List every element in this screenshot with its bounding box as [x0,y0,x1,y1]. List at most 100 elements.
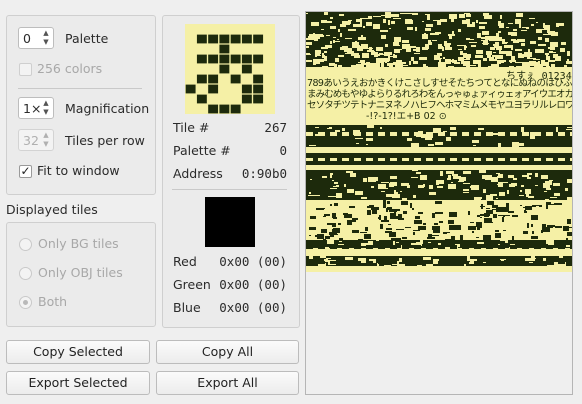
tile-dash [570,132,572,136]
tile-speck [440,58,442,59]
tile-dash [558,132,565,136]
tile-speck [405,19,412,24]
only-bg-tiles-radio[interactable] [19,238,32,251]
tile-speck [355,191,363,195]
tile-speck [334,203,338,206]
tile-pixel [241,54,252,64]
tile-speck [502,42,507,44]
tile-speck [345,257,353,260]
tile-speck [511,183,517,186]
tile-dash [402,158,409,161]
tile-speck [497,176,502,177]
tile-speck [321,229,327,233]
tile-speck [342,46,348,50]
tile-dash [534,261,541,264]
tile-dash [414,261,421,264]
tile-speck [561,42,566,45]
both-radio[interactable] [19,296,32,309]
tile-speck [405,227,411,228]
tile-pixel [185,84,196,94]
tile-speck [324,12,328,15]
tile-dash [534,132,541,136]
tile-dash [390,158,397,161]
tile-speck [388,224,391,225]
spin-down-icon[interactable]: ▼ [41,108,51,117]
spin-up-icon[interactable]: ▲ [41,131,51,140]
tile-speck [388,56,395,57]
tile-dash [342,245,349,249]
tile-speck [497,184,500,185]
tile-map-canvas[interactable] [306,12,572,272]
tile-speck [336,185,339,187]
tile-speck [464,46,467,48]
tile-speck [309,256,313,259]
tile-speck [465,54,471,58]
tile-dash [570,245,572,249]
export-all-button[interactable]: Export All [156,371,299,395]
tile-speck [414,220,422,224]
tile-speck [330,188,337,189]
green-label: Green [173,277,211,292]
palette-number-value: 0 [279,143,287,158]
tile-speck [547,28,550,33]
tile-dash [354,132,361,136]
tile-speck [323,208,325,209]
spin-up-icon[interactable]: ▲ [41,99,51,108]
tiles-per-row-spinbox[interactable]: 32 ▲ ▼ [18,129,54,151]
tile-dash [474,132,481,136]
tile-pixel [253,94,264,104]
tile-speck [513,178,517,180]
tile-speck [476,237,479,238]
tile-text-row: セソタチツテトナニヌネノハヒフヘホマミムメモヤユヨラリルレロワヲン [307,101,572,111]
tile-speck [443,57,445,59]
tile-speck [383,200,386,204]
fit-to-window-checkbox[interactable]: ✓ [19,165,32,178]
tile-speck [350,173,356,177]
magnification-spinbox[interactable]: 1× ▲ ▼ [18,97,54,119]
tile-speck [362,53,369,58]
copy-selected-button[interactable]: Copy Selected [6,340,150,364]
spin-up-icon[interactable]: ▲ [41,29,51,38]
tile-dash [522,261,529,264]
tile-speck [395,63,403,67]
tile-speck [327,240,334,244]
palette-number-label: Palette # [173,143,231,158]
tile-speck [476,20,478,23]
spin-down-icon[interactable]: ▼ [41,140,51,149]
tile-speck [330,17,333,19]
spin-down-icon[interactable]: ▼ [41,38,51,47]
tile-speck [372,210,377,214]
tile-speck [361,35,363,37]
tile-speck [448,184,456,189]
tile-speck [391,14,399,17]
tile-speck [413,195,416,198]
tile-speck [416,47,419,52]
tile-dash [390,132,397,136]
tile-speck [437,54,439,57]
only-obj-tiles-radio[interactable] [19,267,32,280]
tile-speck [486,208,490,209]
palette-spinbox[interactable]: 0 ▲ ▼ [18,27,54,49]
256-colors-checkbox[interactable] [19,63,32,76]
tile-speck [349,206,355,208]
tile-speck [380,127,382,129]
both-label: Both [38,294,68,309]
copy-all-button[interactable]: Copy All [156,340,299,364]
tile-speck [554,193,560,196]
tile-speck [431,235,439,236]
tile-viewer[interactable]: ちすぇ 0123456 789あいうえおかきくけこさしすせそたちつてとなにぬねの… [305,11,573,395]
tile-speck [412,13,418,15]
tile-speck [565,188,568,191]
tile-speck [449,212,457,217]
tile-speck [541,175,548,179]
tile-pixel [219,64,230,74]
tile-speck [496,198,498,199]
tile-speck [378,54,380,56]
tile-dash [462,261,469,264]
tile-speck [383,19,386,23]
tile-speck [470,186,472,188]
tile-speck [315,235,319,237]
tile-speck [315,52,320,56]
export-selected-button[interactable]: Export Selected [6,371,150,395]
tile-speck [445,47,452,50]
